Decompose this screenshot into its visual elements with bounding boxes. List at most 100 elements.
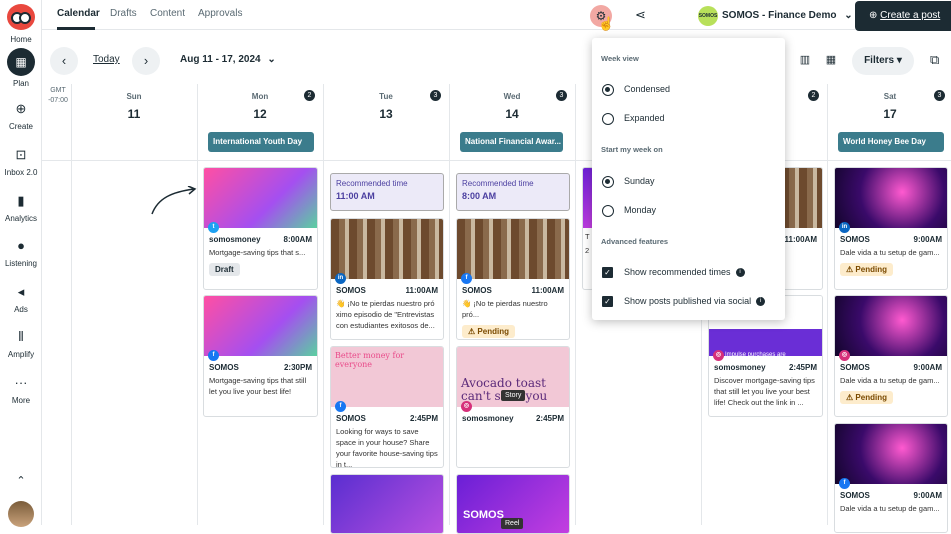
sidebar-item-listening[interactable]: ● Listening	[0, 237, 42, 268]
date-range-selector[interactable]: Aug 11 - 17, 2024 ⌄	[180, 54, 276, 65]
divider	[449, 84, 450, 525]
post-text: Mortgage-saving tips that still let you …	[209, 376, 307, 396]
checkbox-show-published[interactable]: ✓ Show posts published via social i	[602, 294, 766, 308]
radio-button[interactable]	[602, 83, 614, 96]
sidebar-item-label: Amplify	[7, 350, 35, 359]
sidebar-item-create[interactable]: ⊕ Create	[0, 100, 42, 131]
post-account: somosmoney	[462, 414, 514, 423]
create-post-button[interactable]: ⊕ Create a post	[855, 1, 951, 31]
sidebar-item-more[interactable]: ··· More	[0, 374, 42, 405]
option-label: Monday	[624, 205, 657, 215]
share-icon[interactable]: ⋖	[635, 7, 646, 23]
post-card[interactable]: in SOMOS 11:00AM 👋 ¡No te pierdas nuestro…	[330, 218, 444, 340]
status-badge: Draft	[209, 263, 240, 276]
day-number: 13	[379, 107, 393, 121]
section-heading: Advanced features	[601, 237, 669, 246]
month-view-icon[interactable]: ▦	[819, 48, 843, 72]
post-card[interactable]: f SOMOS 11:00AM 👋 ¡No te pierdas nuestro …	[456, 218, 570, 340]
avatar[interactable]	[8, 501, 34, 527]
status-badge: ⚠ Pending	[840, 391, 893, 404]
post-image-text: Impulse purchases are	[725, 352, 786, 358]
recommended-time-slot[interactable]: Recommended time 11:00 AM	[330, 173, 444, 211]
checkbox[interactable]: ✓	[602, 296, 613, 308]
tab-calendar[interactable]: Calendar	[57, 8, 100, 19]
tab-drafts[interactable]: Drafts	[110, 8, 137, 19]
today-button[interactable]: Today	[93, 54, 120, 65]
filters-button[interactable]: Filters ▾	[852, 47, 914, 75]
holiday-banner[interactable]: International Youth Day	[208, 132, 314, 152]
sidebar-item-ads[interactable]: ◂ Ads	[0, 283, 42, 314]
post-text: Dale vida a tu setup de gam...	[840, 376, 940, 385]
sidebar-item-home[interactable]: Home	[0, 35, 42, 44]
sidebar-item-amplify[interactable]: ⫴ Amplify	[0, 328, 42, 359]
post-card[interactable]: SOMOS Reel	[456, 474, 570, 534]
holiday-banner[interactable]: National Financial Awar...	[460, 132, 563, 152]
chevron-down-icon: ⌄	[844, 10, 853, 21]
account-selector[interactable]: SOMOS SOMOS - Finance Demo ⌄	[698, 6, 853, 26]
instagram-icon: ◎	[839, 350, 850, 361]
post-text: Dale vida a tu setup de gam...	[840, 248, 940, 257]
owl-logo-icon[interactable]	[7, 4, 35, 30]
recommended-time-value: 8:00 AM	[462, 191, 497, 201]
radio-monday[interactable]: Monday	[602, 203, 656, 217]
export-icon[interactable]: ⧉	[930, 52, 939, 68]
chevron-left-icon[interactable]: ‹	[50, 47, 78, 75]
post-card[interactable]: Better money for everyone f SOMOS 2:45PM …	[330, 346, 444, 468]
tab-approvals[interactable]: Approvals	[198, 8, 242, 19]
radio-condensed[interactable]: Condensed	[602, 82, 670, 96]
holiday-banner[interactable]: World Honey Bee Day	[838, 132, 944, 152]
post-card[interactable]: t somosmoney 8:00AM Mortgage-saving tips …	[203, 167, 318, 290]
sidebar-item-plan[interactable]: ▦ Plan	[0, 48, 42, 88]
left-nav-sidebar: Home ▦ Plan ⊕ Create ⊡ Inbox 2.0 ▮ Analy…	[0, 0, 42, 527]
post-account: SOMOS	[336, 414, 366, 423]
post-card[interactable]: in SOMOS 9:00AM Dale vida a tu setup de g…	[834, 167, 948, 290]
day-number: 17	[883, 107, 897, 121]
plus-circle-icon: ⊕	[869, 10, 878, 21]
radio-button[interactable]	[602, 175, 614, 188]
sidebar-item-label: Inbox 2.0	[4, 168, 38, 177]
calendar-settings-dropdown: Week view Condensed Expanded Start my we…	[592, 38, 785, 320]
sidebar-item-analytics[interactable]: ▮ Analytics	[0, 192, 42, 223]
divider	[197, 84, 198, 525]
reel-tag: Reel	[501, 518, 524, 529]
info-icon[interactable]: i	[756, 297, 766, 307]
post-account: SOMOS	[840, 363, 870, 372]
checkbox[interactable]: ✓	[602, 267, 613, 279]
post-card[interactable]: Avocado toast can't save you Story ◎ som…	[456, 346, 570, 468]
radio-sunday[interactable]: Sunday	[602, 174, 655, 188]
day-number: 11	[127, 107, 141, 121]
chevron-down-icon: ⌄	[267, 54, 276, 65]
recommended-time-value: 11:00 AM	[336, 191, 375, 201]
post-time: 2:30PM	[283, 363, 312, 372]
post-time: 8:00AM	[283, 235, 312, 244]
day-header-sun[interactable]: Sun 11	[71, 92, 197, 121]
checkbox-show-recommended[interactable]: ✓ Show recommended times i	[602, 265, 745, 279]
post-thumbnail: t	[204, 168, 317, 233]
post-thumbnail: SOMOS Reel	[457, 475, 569, 533]
post-account: SOMOS	[336, 286, 366, 295]
post-thumbnail: Better money for everyone f	[331, 347, 443, 412]
radio-button[interactable]	[602, 204, 614, 217]
post-card[interactable]: ◎ SOMOS 9:00AM Dale vida a tu setup de ga…	[834, 295, 948, 417]
week-view-icon[interactable]: ▥	[793, 48, 817, 72]
info-icon[interactable]: i	[735, 268, 745, 278]
facebook-icon: f	[208, 350, 219, 361]
post-time: 2:45PM	[788, 363, 817, 372]
post-card[interactable]: f SOMOS 2:30PM Mortgage-saving tips that …	[203, 295, 318, 417]
post-card[interactable]	[330, 474, 444, 534]
sidebar-item-label: Listening	[4, 259, 38, 268]
status-label: Pending	[855, 393, 887, 402]
tab-content[interactable]: Content	[150, 8, 185, 19]
sidebar-item-inbox[interactable]: ⊡ Inbox 2.0	[0, 146, 42, 177]
divider	[71, 84, 72, 525]
chevron-up-icon[interactable]: ⌃	[0, 474, 42, 487]
megaphone-icon: ◂	[17, 284, 25, 299]
annotation-arrow	[151, 186, 197, 215]
radio-expanded[interactable]: Expanded	[602, 111, 665, 125]
chevron-right-icon[interactable]: ›	[132, 47, 160, 75]
divider	[42, 160, 951, 161]
day-header-sat[interactable]: Sat 17	[827, 92, 951, 121]
radio-button[interactable]	[602, 112, 614, 125]
post-card[interactable]: f SOMOS 9:00AM Dale vida a tu setup de ga…	[834, 423, 948, 533]
recommended-time-slot[interactable]: Recommended time 8:00 AM	[456, 173, 570, 211]
